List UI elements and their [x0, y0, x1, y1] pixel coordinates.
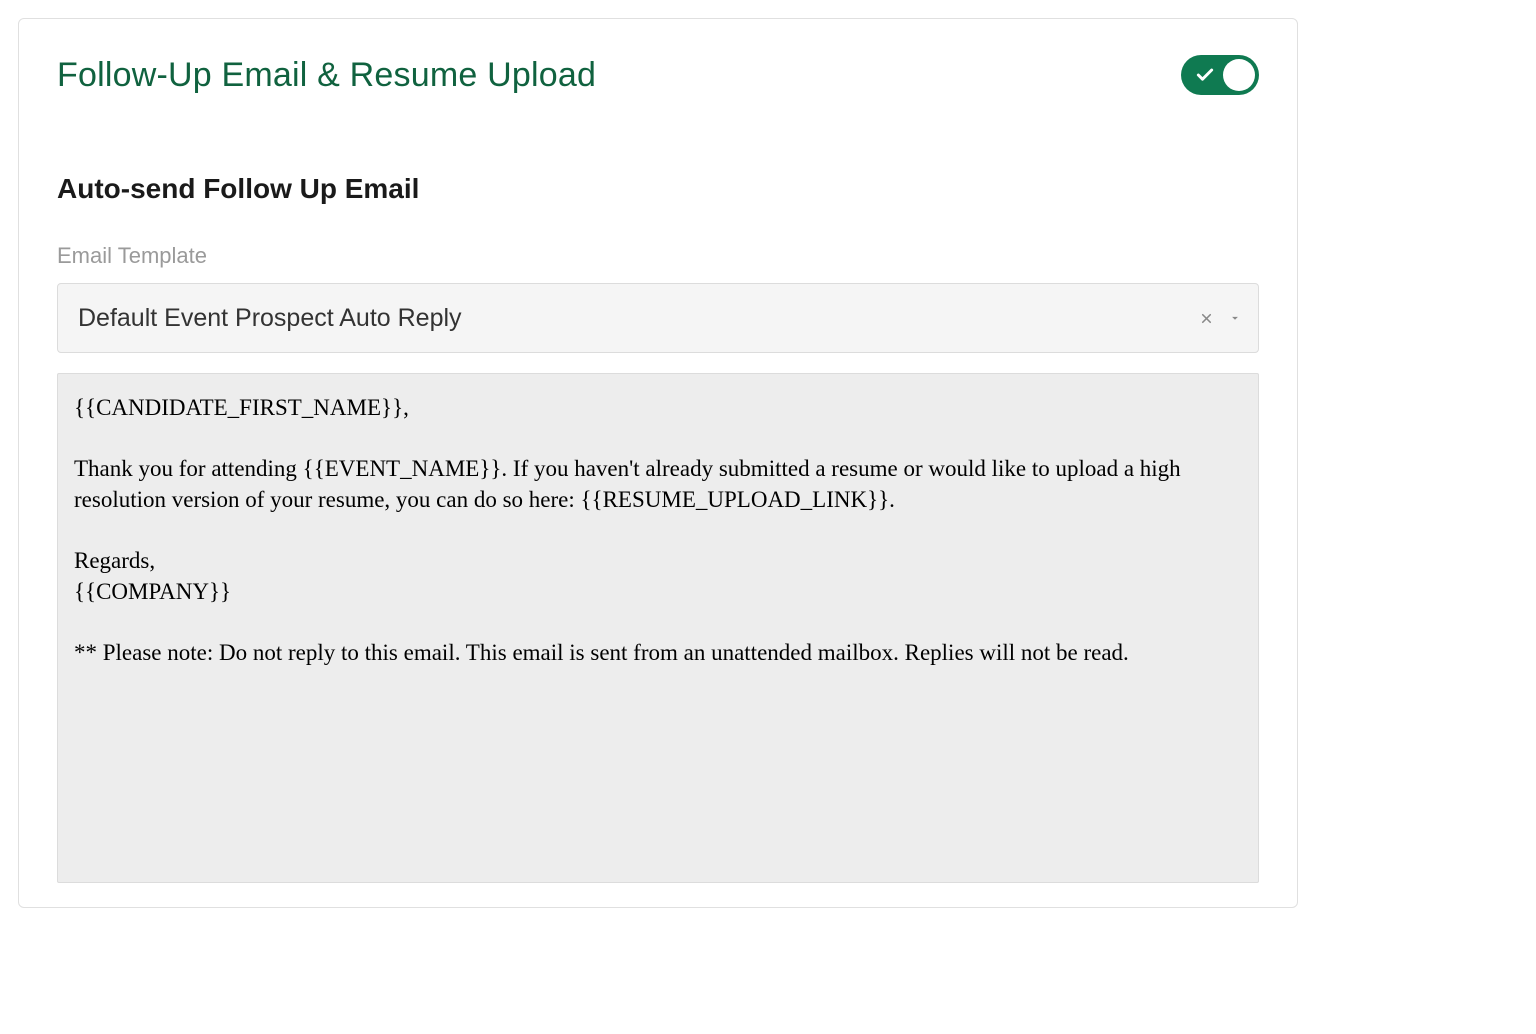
select-value: Default Event Prospect Auto Reply — [78, 304, 462, 333]
preview-note: ** Please note: Do not reply to this ema… — [74, 637, 1242, 668]
preview-company: {{COMPANY}} — [74, 576, 1242, 607]
settings-card: Follow-Up Email & Resume Upload Auto-sen… — [18, 18, 1298, 908]
card-header: Follow-Up Email & Resume Upload — [57, 55, 1259, 95]
caret-down-icon[interactable] — [1228, 311, 1242, 325]
preview-body: Thank you for attending {{EVENT_NAME}}. … — [74, 453, 1242, 515]
clear-icon[interactable] — [1199, 311, 1214, 326]
card-title: Follow-Up Email & Resume Upload — [57, 56, 596, 95]
email-template-label: Email Template — [57, 243, 1259, 269]
select-icons — [1199, 311, 1242, 326]
follow-up-toggle[interactable] — [1181, 55, 1259, 95]
email-template-select[interactable]: Default Event Prospect Auto Reply — [57, 283, 1259, 353]
preview-signoff: Regards, — [74, 545, 1242, 576]
section-subtitle: Auto-send Follow Up Email — [57, 173, 1259, 205]
checkmark-icon — [1195, 65, 1215, 85]
email-preview[interactable]: {{CANDIDATE_FIRST_NAME}}, Thank you for … — [57, 373, 1259, 883]
preview-greeting: {{CANDIDATE_FIRST_NAME}}, — [74, 392, 1242, 423]
toggle-knob — [1223, 59, 1255, 91]
